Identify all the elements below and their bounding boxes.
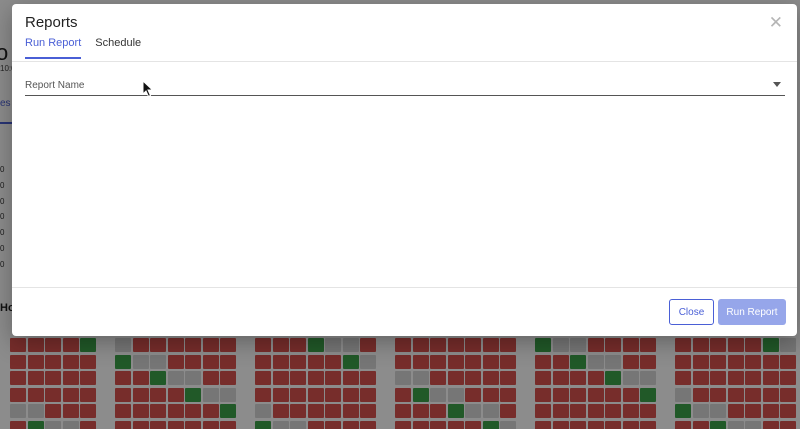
close-icon[interactable]: ✕ — [769, 14, 783, 31]
reports-dialog: Reports ✕ Run Report Schedule Report Nam… — [12, 4, 797, 336]
report-name-label: Report Name — [25, 80, 85, 91]
dialog-title: Reports — [25, 14, 78, 31]
report-name-select[interactable]: Report Name — [25, 76, 785, 96]
run-report-button[interactable]: Run Report — [718, 299, 786, 325]
tab-run-report[interactable]: Run Report — [25, 37, 82, 59]
tab-schedule[interactable]: Schedule — [95, 37, 141, 59]
close-button[interactable]: Close — [669, 299, 714, 325]
tab-divider — [12, 61, 797, 62]
dialog-tabs: Run Report Schedule — [25, 37, 141, 59]
footer-divider — [12, 287, 797, 288]
mouse-pointer-icon — [142, 80, 154, 98]
chevron-down-icon — [773, 82, 781, 87]
